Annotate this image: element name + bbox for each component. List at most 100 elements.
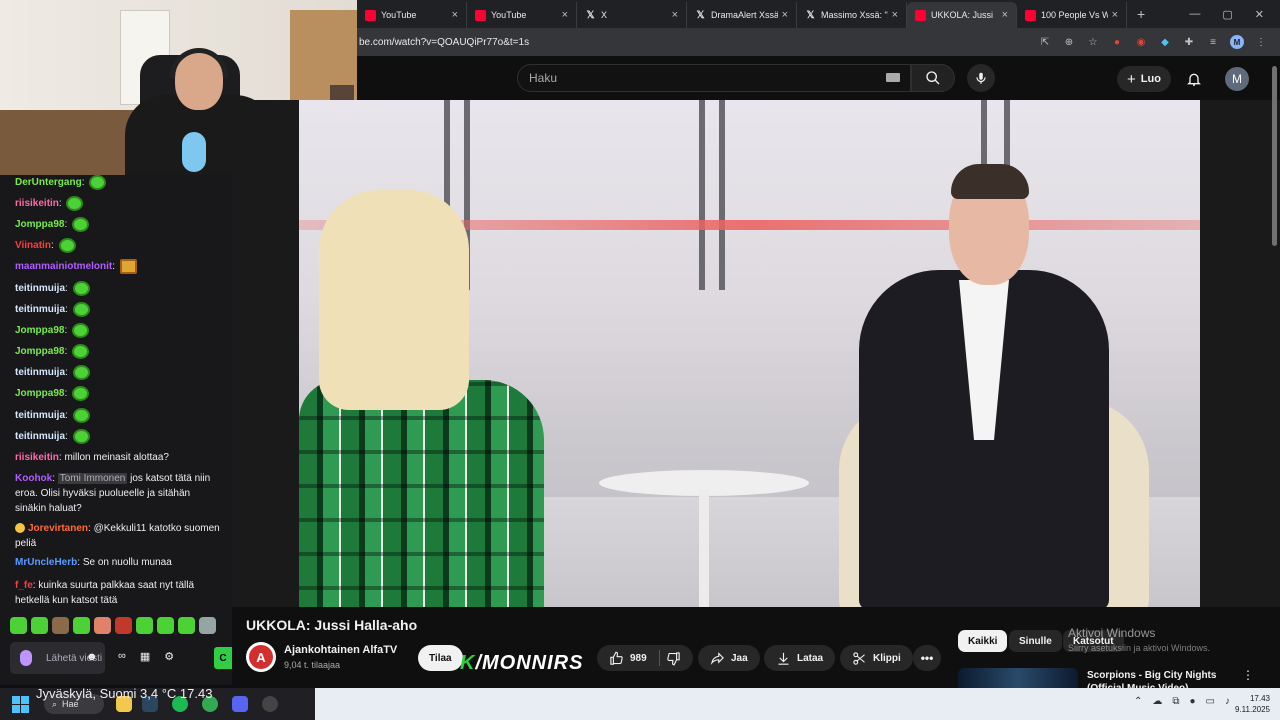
emote-button[interactable] xyxy=(10,617,27,634)
chat-username[interactable]: Koohok xyxy=(15,473,52,484)
chat-settings-gear-icon[interactable]: ⚙ xyxy=(164,650,174,663)
close-tab-icon[interactable]: × xyxy=(562,9,568,21)
emote-button[interactable] xyxy=(94,617,111,634)
clip-button[interactable]: Klippi xyxy=(840,645,913,671)
obs-icon[interactable] xyxy=(262,696,278,712)
chat-action-icons: ∞ ▦ ⚙ xyxy=(118,650,174,663)
close-tab-icon[interactable]: × xyxy=(782,9,788,21)
browser-tab[interactable]: 𝕏 DramaAlert Xssä: × xyxy=(687,2,797,28)
store-icon[interactable]: ▦ xyxy=(140,650,150,663)
emote-button[interactable] xyxy=(31,617,48,634)
search-input[interactable]: Haku xyxy=(517,64,911,92)
minimize-icon[interactable]: — xyxy=(1189,8,1200,21)
chat-username[interactable]: MrUncleHerb xyxy=(15,557,77,568)
browser-menu-icon[interactable]: ⋮ xyxy=(1254,35,1268,49)
chevron-up-icon[interactable]: ⌃ xyxy=(1134,696,1142,707)
close-tab-icon[interactable]: × xyxy=(1112,9,1118,21)
video-frame[interactable] xyxy=(299,100,1200,607)
network-icon[interactable]: ⧉ xyxy=(1172,696,1179,707)
taskbar-clock[interactable]: 17.43 9.11.2025 xyxy=(1235,693,1270,715)
thumbs-down-icon[interactable] xyxy=(666,651,681,666)
bits-icon[interactable]: ∞ xyxy=(118,650,126,663)
chat-username[interactable]: Jomppa98 xyxy=(15,388,64,399)
share-button[interactable]: Jaa xyxy=(698,645,760,671)
browser-tab[interactable]: 𝕏 X × xyxy=(577,2,687,28)
maximize-icon[interactable]: ▢ xyxy=(1222,8,1232,21)
cloud-sync-icon[interactable]: ☁ xyxy=(1152,696,1162,707)
zoom-icon[interactable]: ⊕ xyxy=(1062,35,1076,49)
chat-username[interactable]: maanmainiotmelonit xyxy=(15,261,112,272)
bookmark-star-icon[interactable]: ☆ xyxy=(1086,35,1100,49)
channel-name[interactable]: Ajankohtainen AlfaTV xyxy=(284,644,397,656)
reading-list-icon[interactable]: ≡ xyxy=(1206,35,1220,49)
emote-picker-icon[interactable]: ☻ xyxy=(86,651,98,663)
close-tab-icon[interactable]: × xyxy=(672,9,678,21)
browser-tab[interactable]: 100 People Vs W × xyxy=(1017,2,1127,28)
install-icon[interactable]: ⇱ xyxy=(1038,35,1052,49)
extensions-puzzle-icon[interactable]: ✚ xyxy=(1182,35,1196,49)
chip-all[interactable]: Kaikki xyxy=(958,630,1008,652)
studio-table-leg xyxy=(699,490,709,607)
address-bar[interactable]: be.com/watch?v=QOAUQiPr77o&t=1s ⇱ ⊕ ☆ ● … xyxy=(357,28,1280,56)
display-icon[interactable]: ▭ xyxy=(1206,696,1215,707)
chat-username[interactable]: Viinatin xyxy=(15,240,51,251)
channel-avatar[interactable]: A xyxy=(246,642,276,672)
chat-username[interactable]: teitinmuija xyxy=(15,304,65,315)
windows-start-icon[interactable] xyxy=(12,696,29,713)
chat-username[interactable]: riisikeitin xyxy=(15,198,59,209)
volume-icon[interactable]: ♪ xyxy=(1225,696,1230,707)
emote-button[interactable] xyxy=(52,617,69,634)
browser-tab[interactable]: 𝕏 Massimo Xssä: "A × xyxy=(797,2,907,28)
extension-icon[interactable]: ◆ xyxy=(1158,35,1172,49)
chat-message: teitinmuija: xyxy=(15,302,220,317)
profile-avatar[interactable]: M xyxy=(1230,35,1244,49)
like-button[interactable]: 989 xyxy=(597,645,693,671)
chat-username[interactable]: f_fe xyxy=(15,580,33,591)
chat-username[interactable]: DerUntergang xyxy=(15,177,82,188)
emote-button[interactable] xyxy=(73,617,90,634)
browser-tab[interactable]: UKKOLA: Jussi × xyxy=(907,2,1017,28)
recommended-video-menu-icon[interactable]: ⋮ xyxy=(1242,668,1254,682)
download-button[interactable]: Lataa xyxy=(764,645,836,671)
voice-search-button[interactable] xyxy=(967,64,995,92)
new-tab-icon[interactable]: + xyxy=(1127,6,1155,22)
url-text[interactable]: be.com/watch?v=QOAUQiPr77o&t=1s xyxy=(357,37,529,48)
chip-for-you[interactable]: Sinulle xyxy=(1009,630,1062,652)
chat-username[interactable]: teitinmuija xyxy=(15,431,65,442)
chat-username[interactable]: teitinmuija xyxy=(15,410,65,421)
chat-username[interactable]: Jomppa98 xyxy=(15,219,64,230)
subscribe-button[interactable]: Tilaa xyxy=(418,645,463,671)
chat-microphone-icon[interactable] xyxy=(20,650,32,666)
close-window-icon[interactable]: ✕ xyxy=(1255,8,1264,21)
chat-username[interactable]: Jomppa98 xyxy=(15,325,64,336)
search-button[interactable] xyxy=(911,64,955,92)
account-avatar[interactable]: M xyxy=(1225,67,1249,91)
close-tab-icon[interactable]: × xyxy=(1002,9,1008,21)
create-button[interactable]: + Luo xyxy=(1117,66,1171,92)
discord-icon[interactable] xyxy=(232,696,248,712)
emote-button[interactable] xyxy=(157,617,174,634)
emote-button[interactable] xyxy=(115,617,132,634)
chat-username[interactable]: Jomppa98 xyxy=(15,346,64,357)
mic-tray-icon[interactable]: ● xyxy=(1190,696,1196,707)
emote-button[interactable] xyxy=(199,617,216,634)
chat-username[interactable]: Jorevirtanen xyxy=(28,523,88,534)
browser-tab[interactable]: YouTube × xyxy=(357,2,467,28)
extension-icon[interactable]: ◉ xyxy=(1134,35,1148,49)
emote-button[interactable] xyxy=(136,617,153,634)
keyboard-icon[interactable] xyxy=(886,73,900,82)
extension-icon[interactable]: ● xyxy=(1110,35,1124,49)
browser-tab[interactable]: YouTube × xyxy=(467,2,577,28)
more-actions-button[interactable]: ••• xyxy=(913,645,941,671)
emote-button[interactable] xyxy=(178,617,195,634)
recommended-video-thumbnail[interactable] xyxy=(958,668,1078,688)
chat-send-button[interactable]: C xyxy=(214,647,232,669)
chat-username[interactable]: teitinmuija xyxy=(15,283,65,294)
page-scrollbar[interactable] xyxy=(1272,66,1277,246)
close-tab-icon[interactable]: × xyxy=(452,9,458,21)
chat-username[interactable]: riisikeitin xyxy=(15,452,59,463)
youtube-logo-icon xyxy=(1025,9,1036,21)
notifications-button[interactable] xyxy=(1183,68,1205,90)
close-tab-icon[interactable]: × xyxy=(892,9,898,21)
chat-username[interactable]: teitinmuija xyxy=(15,367,65,378)
